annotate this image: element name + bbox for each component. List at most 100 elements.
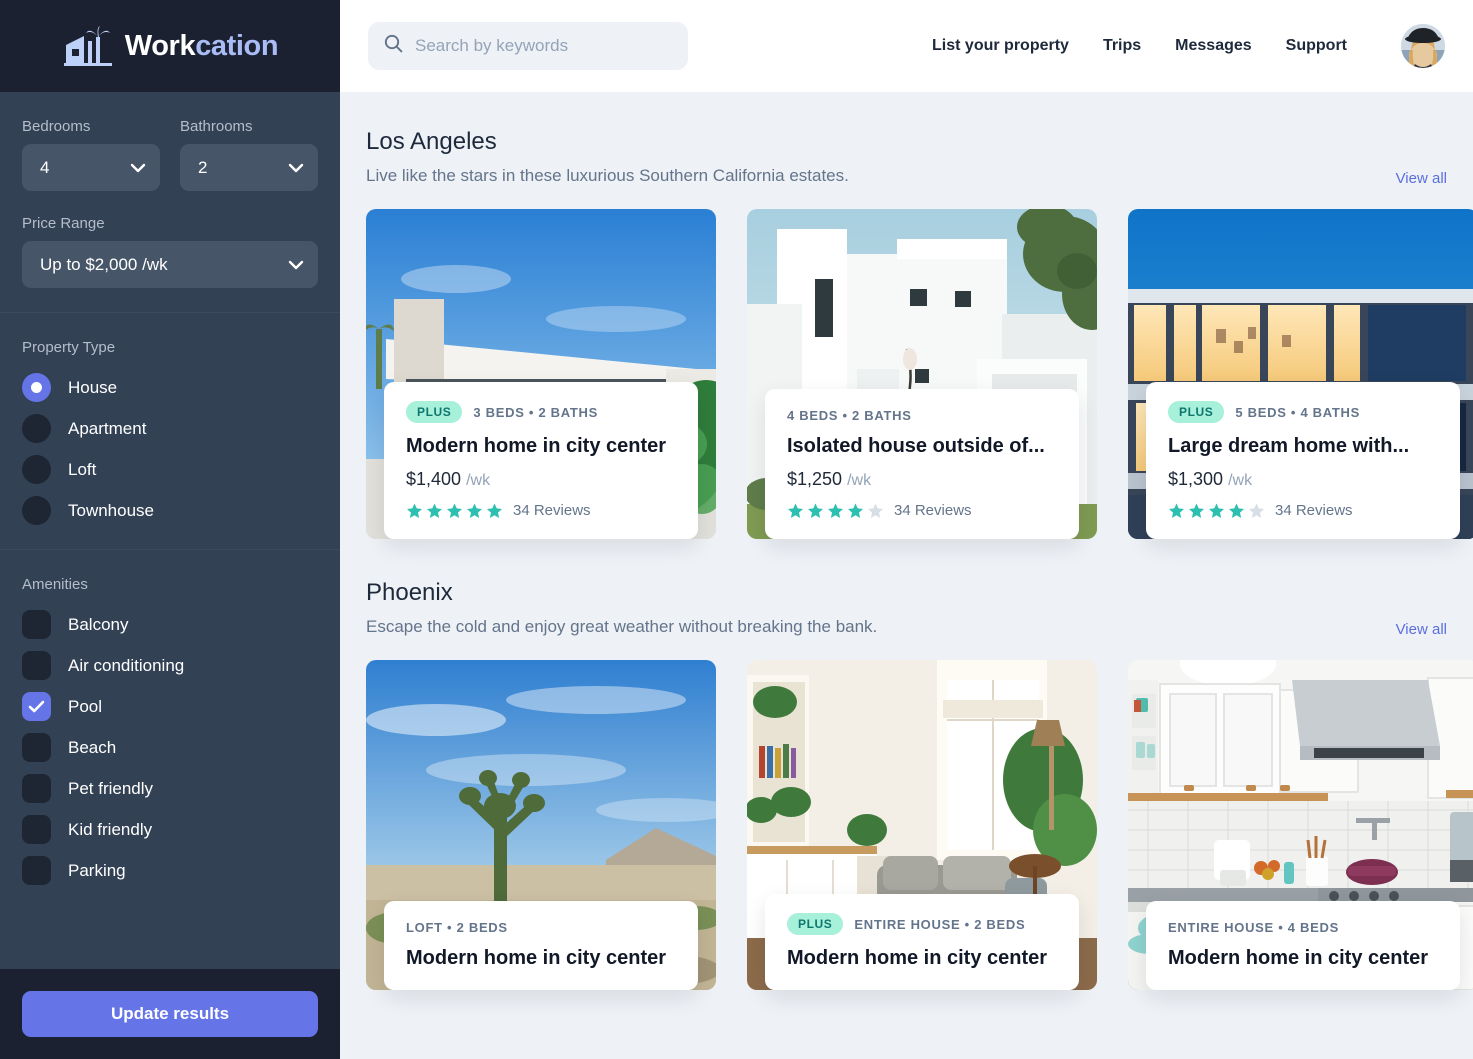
- property-type-block: Property Type House Apartment Loft Townh…: [0, 313, 340, 549]
- bathrooms-select[interactable]: 2: [180, 144, 318, 191]
- checkbox-label: Kid friendly: [68, 820, 152, 840]
- property-card[interactable]: PLUS 5 BEDS • 4 BATHS Large dream home w…: [1128, 209, 1473, 539]
- checkbox-label: Air conditioning: [68, 656, 184, 676]
- property-card-body: 4 BEDS • 2 BATHS Isolated house outside …: [765, 389, 1079, 539]
- section-phoenix: Phoenix Escape the cold and enjoy great …: [366, 579, 1447, 990]
- radio-icon: [22, 373, 51, 402]
- property-price: $1,400 /wk: [406, 469, 676, 490]
- radio-icon: [22, 455, 51, 484]
- price-value: $1,250: [787, 469, 842, 489]
- checkbox-option-beach[interactable]: Beach: [22, 733, 318, 762]
- property-meta-row: ENTIRE HOUSE • 4 BEDS: [1168, 920, 1438, 935]
- radio-option-townhouse[interactable]: Townhouse: [22, 496, 318, 525]
- section-header: Phoenix Escape the cold and enjoy great …: [366, 579, 1447, 638]
- checkbox-option-pool[interactable]: Pool: [22, 692, 318, 721]
- radio-label: House: [68, 378, 117, 398]
- property-meta-row: PLUS 5 BEDS • 4 BATHS: [1168, 401, 1438, 423]
- property-meta: 4 BEDS • 2 BATHS: [787, 408, 912, 423]
- chevron-down-icon: [288, 158, 304, 178]
- section-subtitle: Escape the cold and enjoy great weather …: [366, 617, 877, 637]
- property-card[interactable]: ENTIRE HOUSE • 4 BEDS Modern home in cit…: [1128, 660, 1473, 990]
- price-value: $1,400: [406, 469, 461, 489]
- section-subtitle: Live like the stars in these luxurious S…: [366, 166, 849, 186]
- checkbox-icon: [22, 610, 51, 639]
- stars-5: [406, 503, 503, 519]
- price-value: $1,300: [1168, 469, 1223, 489]
- nav-link-list-your-property[interactable]: List your property: [932, 37, 1069, 55]
- radio-label: Townhouse: [68, 501, 154, 521]
- property-card-body: LOFT • 2 BEDS Modern home in city center: [384, 901, 698, 990]
- amenities-block: Amenities Balcony Air conditioning Pool: [0, 550, 340, 909]
- stars-4: [1168, 503, 1265, 519]
- property-meta-row: 4 BEDS • 2 BATHS: [787, 408, 1057, 423]
- property-price: $1,250 /wk: [787, 469, 1057, 490]
- property-title: Large dream home with...: [1168, 435, 1438, 458]
- radio-option-house[interactable]: House: [22, 373, 318, 402]
- price-period: /wk: [1228, 472, 1252, 489]
- checkbox-label: Pet friendly: [68, 779, 153, 799]
- checkbox-option-air-conditioning[interactable]: Air conditioning: [22, 651, 318, 680]
- checkbox-option-kid-friendly[interactable]: Kid friendly: [22, 815, 318, 844]
- property-meta: ENTIRE HOUSE • 2 BEDS: [854, 917, 1025, 932]
- nav-link-trips[interactable]: Trips: [1103, 37, 1141, 55]
- property-title: Isolated house outside of...: [787, 435, 1057, 458]
- radio-icon: [22, 496, 51, 525]
- bathrooms-field: Bathrooms 2: [180, 118, 318, 191]
- checkbox-label: Balcony: [68, 615, 128, 635]
- price-period: /wk: [847, 472, 871, 489]
- property-meta-row: LOFT • 2 BEDS: [406, 920, 676, 935]
- nav-link-messages[interactable]: Messages: [1175, 37, 1252, 55]
- checkbox-icon: [22, 651, 51, 680]
- price-range-value: Up to $2,000 /wk: [40, 255, 168, 275]
- nav-link-support[interactable]: Support: [1286, 37, 1347, 55]
- property-card[interactable]: PLUS 3 BEDS • 2 BATHS Modern home in cit…: [366, 209, 716, 539]
- property-meta: 5 BEDS • 4 BATHS: [1235, 405, 1360, 420]
- checkbox-option-balcony[interactable]: Balcony: [22, 610, 318, 639]
- property-card-body: PLUS 5 BEDS • 4 BATHS Large dream home w…: [1146, 382, 1460, 539]
- plus-badge: PLUS: [1168, 401, 1224, 423]
- amenities-label: Amenities: [22, 576, 318, 593]
- property-card[interactable]: PLUS ENTIRE HOUSE • 2 BEDS Modern home i…: [747, 660, 1097, 990]
- amenities-options: Balcony Air conditioning Pool Beach: [22, 610, 318, 885]
- checkbox-icon: [22, 815, 51, 844]
- radio-label: Apartment: [68, 419, 146, 439]
- price-range-select[interactable]: Up to $2,000 /wk: [22, 241, 318, 288]
- checkbox-label: Parking: [68, 861, 126, 881]
- section-header: Los Angeles Live like the stars in these…: [366, 128, 1447, 187]
- checkbox-label: Pool: [68, 697, 102, 717]
- property-meta-row: PLUS ENTIRE HOUSE • 2 BEDS: [787, 913, 1057, 935]
- bathrooms-value: 2: [198, 158, 207, 178]
- checkbox-option-pet-friendly[interactable]: Pet friendly: [22, 774, 318, 803]
- view-all-link[interactable]: View all: [1396, 170, 1447, 187]
- rooms-filter-block: Bedrooms 4 Bathrooms 2: [0, 92, 340, 312]
- section-title: Los Angeles: [366, 128, 849, 156]
- bedrooms-select[interactable]: 4: [22, 144, 160, 191]
- avatar[interactable]: [1401, 24, 1445, 68]
- search-icon: [384, 34, 403, 58]
- stars-4: [787, 503, 884, 519]
- view-all-link[interactable]: View all: [1396, 621, 1447, 638]
- property-card-body: PLUS 3 BEDS • 2 BATHS Modern home in cit…: [384, 382, 698, 539]
- search-box[interactable]: [368, 22, 688, 70]
- property-type-options: House Apartment Loft Townhouse: [22, 373, 318, 525]
- property-rating: 34 Reviews: [1168, 502, 1438, 519]
- radio-option-loft[interactable]: Loft: [22, 455, 318, 484]
- search-input[interactable]: [415, 36, 672, 56]
- sidebar-footer: Update results: [0, 969, 340, 1059]
- bedrooms-field: Bedrooms 4: [22, 118, 160, 191]
- main-area: List your property Trips Messages Suppor…: [340, 0, 1473, 1059]
- checkbox-option-parking[interactable]: Parking: [22, 856, 318, 885]
- property-meta: LOFT • 2 BEDS: [406, 920, 508, 935]
- radio-option-apartment[interactable]: Apartment: [22, 414, 318, 443]
- app-root: Workcation Bedrooms 4 Bathrooms 2: [0, 0, 1473, 1059]
- price-range-field: Price Range Up to $2,000 /wk: [22, 215, 318, 288]
- brand-logo[interactable]: Workcation: [0, 0, 340, 92]
- property-meta: 3 BEDS • 2 BATHS: [473, 405, 598, 420]
- property-card-body: ENTIRE HOUSE • 4 BEDS Modern home in cit…: [1146, 901, 1460, 990]
- property-title: Modern home in city center: [787, 947, 1057, 970]
- property-card[interactable]: 4 BEDS • 2 BATHS Isolated house outside …: [747, 209, 1097, 539]
- update-results-button[interactable]: Update results: [22, 991, 318, 1037]
- property-title: Modern home in city center: [406, 435, 676, 458]
- property-card[interactable]: LOFT • 2 BEDS Modern home in city center: [366, 660, 716, 990]
- property-rating: 34 Reviews: [787, 502, 1057, 519]
